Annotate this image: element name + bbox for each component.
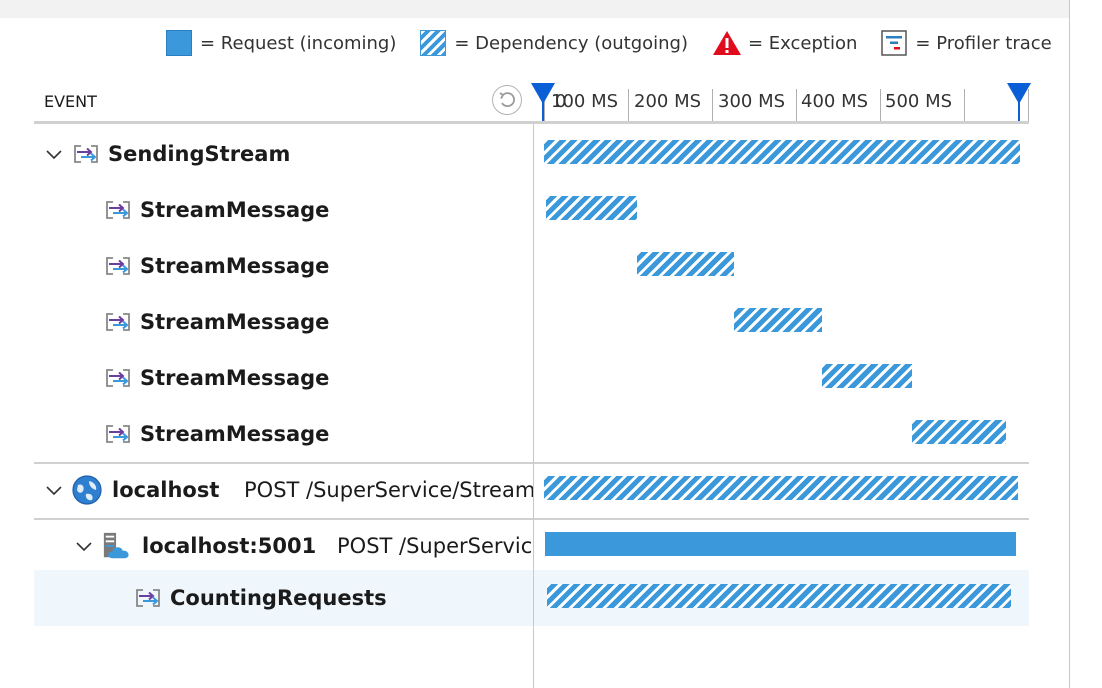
axis-label-300: 300 MS: [718, 91, 786, 112]
timeline-bar[interactable]: [544, 140, 1020, 164]
chevron-down-icon[interactable]: [74, 536, 94, 556]
axis-label-500: 500 MS: [885, 91, 953, 112]
legend: = Request (incoming) = Dependency (outgo…: [166, 28, 1052, 58]
legend-exception-label: = Exception: [748, 32, 858, 54]
row-detail: POST /SuperService/Stream: [244, 478, 534, 502]
globe-icon: [72, 475, 102, 505]
legend-profiler-label: = Profiler trace: [915, 32, 1052, 54]
tree-row-streammessage[interactable]: StreamMessage: [34, 238, 1029, 294]
timeline-bar[interactable]: [912, 420, 1006, 444]
legend-dependency: = Dependency (outgoing): [420, 30, 688, 56]
dependency-swatch-icon: [420, 30, 447, 56]
tree-row-streammessage[interactable]: StreamMessage: [34, 182, 1029, 238]
tree-row-streammessage[interactable]: StreamMessage: [34, 350, 1029, 406]
tree-row-localhost[interactable]: localhost POST /SuperService/Stream: [34, 462, 1029, 520]
timeline-bar[interactable]: [545, 532, 1016, 556]
axis-tick: [628, 89, 629, 121]
chevron-down-icon[interactable]: [44, 144, 64, 164]
timeline-bar[interactable]: [822, 364, 912, 388]
dependency-icon: [106, 201, 130, 219]
row-name: StreamMessage: [140, 198, 330, 222]
legend-request-label: = Request (incoming): [200, 32, 397, 54]
right-pane-divider: [1069, 0, 1070, 688]
tree-row-streammessage[interactable]: StreamMessage: [34, 406, 1029, 464]
exception-warning-icon: [713, 31, 741, 55]
row-name: StreamMessage: [140, 254, 330, 278]
row-name: localhost:5001: [142, 534, 317, 558]
tree-row-streammessage[interactable]: StreamMessage: [34, 294, 1029, 350]
legend-exception: = Exception: [712, 30, 857, 56]
profiler-trace-icon: [881, 30, 908, 56]
dependency-icon: [106, 369, 130, 387]
row-name: StreamMessage: [140, 366, 330, 390]
axis-tick: [964, 89, 965, 121]
row-name: CountingRequests: [170, 586, 387, 610]
timeline-bar[interactable]: [544, 476, 1018, 500]
timeline-bar[interactable]: [734, 308, 822, 332]
legend-profiler: = Profiler trace: [881, 30, 1052, 56]
axis-label-400: 400 MS: [801, 91, 869, 112]
dependency-icon: [106, 313, 130, 331]
tree-row-sendingstream[interactable]: SendingStream: [34, 126, 1029, 182]
row-name: SendingStream: [108, 142, 291, 166]
axis-tick: [712, 89, 713, 121]
event-column-header: EVENT: [44, 92, 97, 111]
undo-icon: [499, 92, 515, 107]
chevron-down-icon[interactable]: [44, 480, 64, 500]
row-name: StreamMessage: [140, 310, 330, 334]
range-end-marker-icon[interactable]: [1006, 82, 1032, 122]
header-separator: [34, 121, 1029, 124]
dependency-icon: [74, 145, 98, 163]
legend-request: = Request (incoming): [166, 30, 396, 56]
axis-label-200: 200 MS: [634, 91, 702, 112]
row-name: StreamMessage: [140, 422, 330, 446]
timeline-bar[interactable]: [547, 584, 1011, 608]
range-start-marker-icon[interactable]: [530, 82, 556, 122]
axis-tick: [880, 89, 881, 121]
axis-label-100: 100 MS: [551, 91, 619, 112]
dependency-icon: [136, 589, 160, 607]
server-cloud-icon: [103, 532, 129, 559]
timeline-bar[interactable]: [637, 252, 734, 276]
dependency-icon: [106, 425, 130, 443]
request-swatch-icon: [166, 30, 192, 56]
row-name: localhost: [112, 478, 220, 502]
dependency-icon: [106, 257, 130, 275]
axis-tick: [796, 89, 797, 121]
timeline-bar[interactable]: [546, 196, 637, 220]
legend-dependency-label: = Dependency (outgoing): [454, 32, 688, 54]
row-detail: POST /SuperServic: [337, 534, 532, 558]
column-divider: [533, 124, 534, 688]
tree-row-localhost-5001[interactable]: localhost:5001 POST /SuperServic: [34, 518, 1029, 574]
reset-zoom-button[interactable]: [492, 85, 522, 115]
top-band: [0, 0, 1070, 18]
tree-row-countingrequests[interactable]: CountingRequests: [34, 570, 1029, 626]
